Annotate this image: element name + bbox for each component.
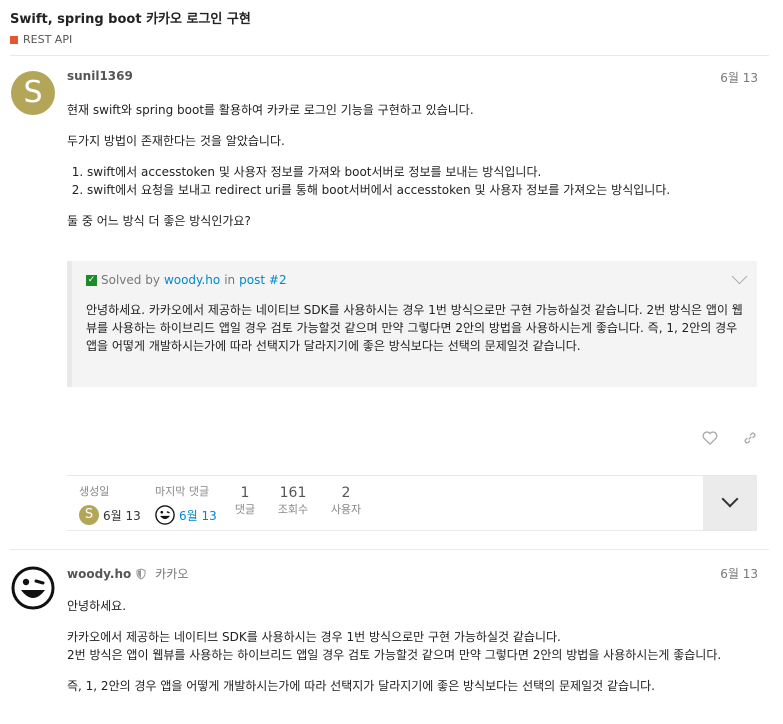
solution-header: ✓ Solved by woody.ho in post #2 xyxy=(86,273,287,287)
like-button[interactable] xyxy=(702,430,718,449)
post-paragraph: 즉, 1, 2안의 경우 앱을 어떻게 개발하시는가에 따라 선택지가 달라지기… xyxy=(67,679,655,693)
post-username[interactable]: sunil1369 xyxy=(67,69,133,83)
heart-icon xyxy=(702,431,718,446)
post-paragraph: 카카오에서 제공하는 네이티브 SDK를 사용하시는 경우 1번 방식으로만 구… xyxy=(67,630,561,644)
topic-title[interactable]: Swift, spring boot 카카오 로그인 구현 xyxy=(10,8,251,27)
solver-link[interactable]: woody.ho xyxy=(164,273,220,287)
replies-stat: 1 댓글 xyxy=(233,485,257,517)
chevron-down-icon[interactable] xyxy=(731,268,748,285)
last-reply-date: 6월 13 xyxy=(179,508,217,523)
accepted-solution-quote: ✓ Solved by woody.ho in post #2 안녕하세요. 카… xyxy=(67,261,757,387)
replies-label: 댓글 xyxy=(234,503,256,516)
views-count: 161 xyxy=(279,485,307,501)
created-date: 6월 13 xyxy=(103,508,141,523)
post-paragraph: 두가지 방법이 존재한다는 것을 알았습니다. xyxy=(67,134,285,148)
chevron-down-icon xyxy=(721,490,739,508)
post-ref-link[interactable]: post #2 xyxy=(239,273,286,287)
avatar[interactable]: S xyxy=(11,71,55,115)
divider xyxy=(10,55,769,56)
in-text: in xyxy=(224,273,236,287)
share-link-button[interactable] xyxy=(742,430,758,450)
users-stat: 2 사용자 xyxy=(328,485,364,517)
solution-body: 안녕하세요. 카카오에서 제공하는 네이티브 SDK를 사용하시는 경우 1번 … xyxy=(86,303,743,353)
shield-icon xyxy=(136,567,146,580)
avatar[interactable]: S xyxy=(79,505,99,525)
users-count: 2 xyxy=(341,485,351,501)
post-body: 안녕하세요. 카카오에서 제공하는 네이티브 SDK를 사용하시는 경우 1번 … xyxy=(67,597,757,708)
category-badge[interactable]: REST API xyxy=(10,33,251,46)
expand-topic-map-button[interactable] xyxy=(703,476,757,530)
topic-map: 생성일 S 6월 13 마지막 댓글 6월 13 1 댓글 161 조회수 2 … xyxy=(67,475,757,531)
checkmark-icon: ✓ xyxy=(86,274,97,286)
user-org: 카카오 xyxy=(155,567,189,581)
last-reply-stat[interactable]: 마지막 댓글 6월 13 xyxy=(155,483,217,525)
post-paragraph: 현재 swift와 spring boot를 활용하여 카카로 로그인 기능을 … xyxy=(67,103,474,117)
post-paragraph: 둘 중 어느 방식 더 좋은 방식인가요? xyxy=(67,214,251,228)
list-item: swift에서 요청을 보내고 redirect uri를 통해 boot서버에… xyxy=(87,181,757,199)
link-icon xyxy=(744,432,756,444)
topic-header: Swift, spring boot 카카오 로그인 구현 REST API xyxy=(10,8,251,46)
post-author: woody.ho 카카오 xyxy=(67,565,188,582)
category-color-swatch xyxy=(10,35,18,44)
post-paragraph: 2번 방식은 앱이 웹뷰를 사용하는 하이브리드 앱일 경우 검토 가능할것 같… xyxy=(67,648,722,662)
views-label: 조회수 xyxy=(277,503,309,516)
last-reply-label: 마지막 댓글 xyxy=(155,485,210,498)
replies-count: 1 xyxy=(240,485,250,501)
post-list: swift에서 accesstoken 및 사용자 정보를 가져와 boot서버… xyxy=(67,163,757,199)
post-date[interactable]: 6월 13 xyxy=(720,565,758,582)
divider xyxy=(10,549,769,550)
post-paragraph: 안녕하세요. xyxy=(67,599,127,613)
users-label: 사용자 xyxy=(330,503,362,516)
post-date[interactable]: 6월 13 xyxy=(720,69,758,86)
list-item: swift에서 accesstoken 및 사용자 정보를 가져와 boot서버… xyxy=(87,163,757,181)
solved-by-text: Solved by xyxy=(101,273,160,287)
category-label[interactable]: REST API xyxy=(23,33,72,46)
created-label: 생성일 xyxy=(79,485,110,498)
post-body: 현재 swift와 spring boot를 활용하여 카카로 로그인 기능을 … xyxy=(67,101,757,243)
post-username[interactable]: woody.ho xyxy=(67,567,131,581)
created-stat[interactable]: 생성일 S 6월 13 xyxy=(79,483,141,525)
smiley-avatar-icon[interactable] xyxy=(155,505,175,525)
views-stat: 161 조회수 xyxy=(273,485,313,517)
avatar[interactable] xyxy=(11,566,55,610)
